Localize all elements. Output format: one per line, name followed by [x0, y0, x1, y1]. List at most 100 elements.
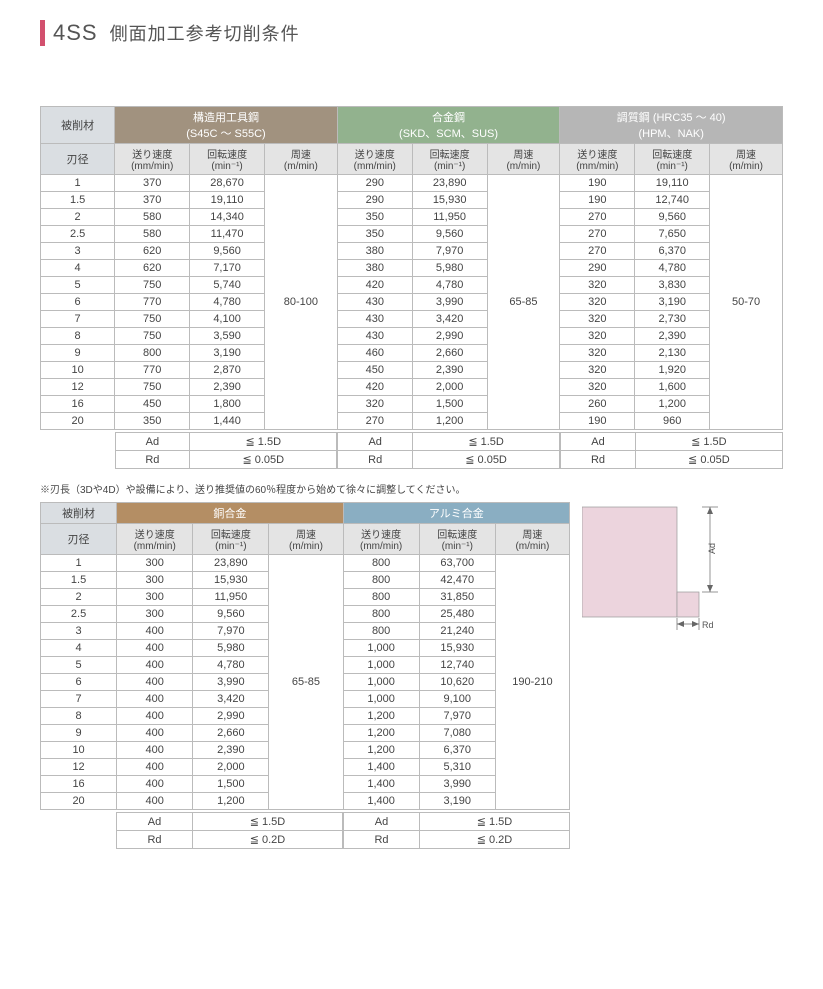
cell-rotation: 23,890 [412, 175, 487, 192]
cell-diameter: 1 [41, 555, 117, 572]
cell-rotation: 2,390 [193, 742, 269, 759]
cell-rotation: 10,620 [419, 674, 495, 691]
cell-diameter: 3 [41, 623, 117, 640]
header-material-group: アルミ合金 [343, 503, 569, 524]
table-row: 203501,4402701,200190960 [41, 413, 783, 430]
cell-feed: 420 [337, 379, 412, 396]
table-row: 87503,5904302,9903202,390 [41, 328, 783, 345]
cell-feed: 1,400 [343, 776, 419, 793]
cell-feed: 800 [343, 572, 419, 589]
cell-rotation: 1,440 [190, 413, 265, 430]
cell-rotation: 15,930 [419, 640, 495, 657]
header-rotation: 回転速度(min⁻¹) [193, 524, 269, 555]
cell-rotation: 2,390 [635, 328, 710, 345]
cell-feed: 320 [560, 311, 635, 328]
header-material: 被削材 [41, 503, 117, 524]
cell-feed: 620 [115, 243, 190, 260]
cell-feed: 270 [560, 226, 635, 243]
cell-diameter: 4 [41, 640, 117, 657]
cell-diameter: 10 [41, 362, 115, 379]
cell-feed: 400 [117, 759, 193, 776]
cell-feed: 320 [560, 362, 635, 379]
cell-feed: 350 [337, 209, 412, 226]
cell-feed: 450 [115, 396, 190, 413]
cell-feed: 580 [115, 226, 190, 243]
cell-feed: 320 [560, 294, 635, 311]
ad-label: Ad [117, 813, 193, 831]
cell-feed: 800 [343, 555, 419, 572]
cell-feed: 290 [337, 192, 412, 209]
cell-diameter: 6 [41, 294, 115, 311]
cell-feed: 260 [560, 396, 635, 413]
cell-rotation: 1,920 [635, 362, 710, 379]
cell-rotation: 7,080 [419, 725, 495, 742]
cell-diameter: 2.5 [41, 226, 115, 243]
cell-rotation: 7,970 [193, 623, 269, 640]
cell-feed: 350 [115, 413, 190, 430]
header-rotation: 回転速度(min⁻¹) [412, 144, 487, 175]
cell-feed: 1,200 [343, 742, 419, 759]
cell-feed: 770 [115, 362, 190, 379]
table-row: 164501,8003201,5002601,200 [41, 396, 783, 413]
cell-feed: 450 [337, 362, 412, 379]
cell-feed: 580 [115, 209, 190, 226]
table-row: 57505,7404204,7803203,830 [41, 277, 783, 294]
ad-label: Ad [115, 433, 190, 451]
cell-feed: 750 [115, 379, 190, 396]
rd-label: Rd [115, 451, 190, 469]
ad-value: ≦ 1.5D [190, 433, 337, 451]
diagram-ad-label: Ad [707, 543, 717, 554]
ad-label: Ad [344, 813, 420, 831]
cell-feed: 270 [337, 413, 412, 430]
cell-rotation: 7,650 [635, 226, 710, 243]
cell-rotation: 2,990 [412, 328, 487, 345]
cell-diameter: 9 [41, 725, 117, 742]
cell-feed: 290 [337, 175, 412, 192]
cell-feed: 190 [560, 175, 635, 192]
cell-feed: 460 [337, 345, 412, 362]
cell-rotation: 4,780 [412, 277, 487, 294]
cell-feed: 400 [117, 623, 193, 640]
rd-value: ≦ 0.05D [412, 451, 559, 469]
cell-diameter: 7 [41, 691, 117, 708]
cell-feed: 290 [560, 260, 635, 277]
note-text: ※刃長（3Dや4D）や設備により、送り推奨値の60％程度から始めて徐々に調整して… [40, 481, 783, 496]
cell-rotation: 9,560 [190, 243, 265, 260]
cell-feed: 320 [560, 277, 635, 294]
header-material-group: 調質鋼 (HRC35 ～ 40)(HPM、NAK) [560, 107, 783, 144]
cell-feed: 270 [560, 209, 635, 226]
title-code: 4SS [53, 20, 98, 46]
cell-diameter: 1.5 [41, 192, 115, 209]
cell-rotation: 1,500 [193, 776, 269, 793]
cell-diameter: 16 [41, 776, 117, 793]
cell-rotation: 2,390 [190, 379, 265, 396]
cell-rotation: 9,560 [412, 226, 487, 243]
header-feed: 送り速度(mm/min) [115, 144, 190, 175]
cell-feed: 400 [117, 708, 193, 725]
cell-feed: 800 [343, 606, 419, 623]
header-surface: 周速(m/min) [264, 144, 337, 175]
cell-rotation: 6,370 [419, 742, 495, 759]
cell-surface-speed: 65-85 [487, 175, 560, 430]
cell-feed: 380 [337, 243, 412, 260]
rd-value: ≦ 0.2D [193, 831, 343, 849]
header-feed: 送り速度(mm/min) [560, 144, 635, 175]
header-surface: 周速(m/min) [710, 144, 783, 175]
header-material-group: 構造用工具鋼(S45C ～ S55C) [115, 107, 338, 144]
cell-diameter: 16 [41, 396, 115, 413]
header-material-group: 銅合金 [117, 503, 343, 524]
cell-rotation: 12,740 [635, 192, 710, 209]
cell-diameter: 1 [41, 175, 115, 192]
cell-feed: 750 [115, 277, 190, 294]
cell-rotation: 15,930 [412, 192, 487, 209]
diagram-rd-label: Rd [702, 620, 714, 630]
cell-feed: 1,000 [343, 657, 419, 674]
cell-feed: 800 [343, 623, 419, 640]
cell-diameter: 12 [41, 759, 117, 776]
cell-diameter: 9 [41, 345, 115, 362]
cell-feed: 320 [560, 328, 635, 345]
cell-rotation: 4,780 [193, 657, 269, 674]
cell-feed: 320 [560, 379, 635, 396]
cell-rotation: 2,130 [635, 345, 710, 362]
cell-feed: 1,000 [343, 640, 419, 657]
